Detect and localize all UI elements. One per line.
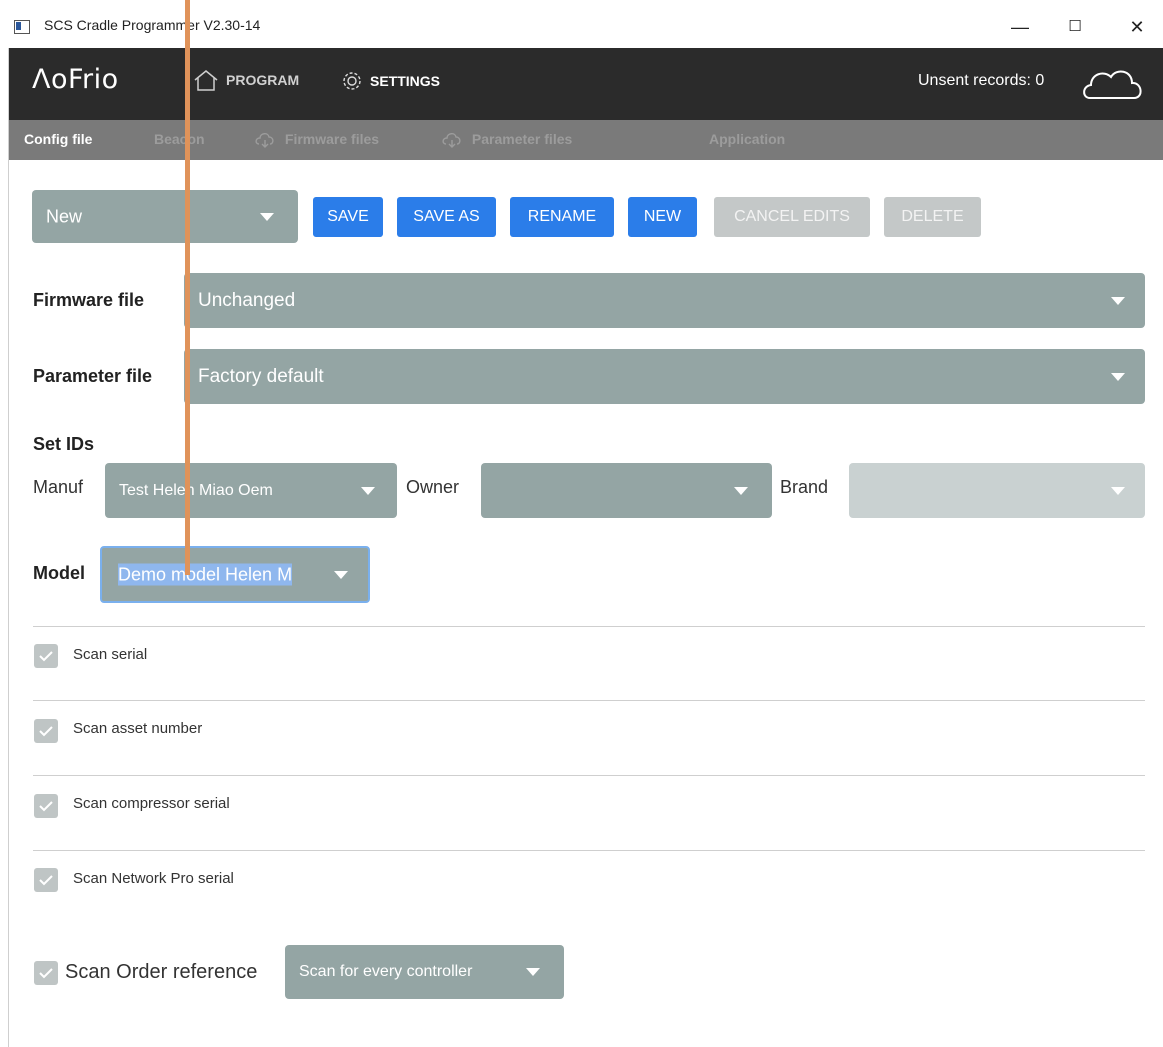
scan-order-value: Scan for every controller — [299, 963, 473, 980]
divider — [33, 850, 1145, 851]
config-file-select[interactable]: New — [32, 190, 298, 243]
owner-label: Owner — [406, 477, 460, 497]
firmware-file-value: Unchanged — [198, 289, 296, 311]
cloud-icon[interactable] — [1080, 66, 1146, 107]
owner-select[interactable] — [481, 463, 772, 518]
scan-order-checkbox[interactable] — [34, 961, 58, 985]
set-ids-heading: Set IDs — [33, 434, 95, 454]
nav-program-label: PROGRAM — [226, 72, 300, 89]
chevron-down-icon — [1111, 486, 1125, 495]
chevron-down-icon — [361, 486, 375, 495]
rename-button[interactable]: RENAME — [510, 197, 614, 237]
manuf-select[interactable]: Test Helen Miao Oem — [105, 463, 397, 518]
cloud-download-icon — [442, 131, 472, 149]
app-icon — [14, 20, 30, 34]
parameter-file-select[interactable]: Factory default — [184, 349, 1145, 404]
chevron-down-icon — [526, 968, 540, 976]
scan-asset-checkbox[interactable] — [34, 719, 58, 743]
model-value-wrap: Demo model Helen M — [118, 563, 293, 585]
maximize-button[interactable]: ☐ — [1052, 12, 1098, 42]
save-button[interactable]: SAVE — [313, 197, 383, 237]
chevron-down-icon — [334, 570, 348, 579]
unsent-records: Unsent records: 0 — [918, 72, 1045, 89]
close-button[interactable]: ✕ — [1114, 12, 1160, 42]
brand-select[interactable] — [849, 463, 1145, 518]
cloud-download-icon — [255, 131, 285, 149]
model-value: Demo model Helen M — [118, 563, 293, 585]
divider — [33, 700, 1145, 701]
chevron-down-icon — [260, 212, 274, 221]
firmware-file-select[interactable]: Unchanged — [184, 273, 1145, 328]
scan-compressor-label: Scan compressor serial — [73, 795, 230, 812]
tab-firmware-files[interactable]: Firmware files — [255, 131, 380, 149]
scan-network-pro-checkbox[interactable] — [34, 868, 58, 892]
gear-icon — [340, 69, 364, 96]
tab-application[interactable]: Application — [709, 131, 785, 147]
nav-settings[interactable]: SETTINGS — [340, 69, 440, 96]
manuf-value: Test Helen Miao Oem — [119, 481, 273, 499]
new-button[interactable]: NEW — [628, 197, 697, 237]
save-as-button[interactable]: SAVE AS — [397, 197, 496, 237]
tab-beacon[interactable]: Beacon — [154, 131, 205, 147]
scan-order-label: Scan Order reference — [65, 961, 258, 983]
check-icon — [39, 875, 53, 886]
check-icon — [39, 801, 53, 812]
window-title: SCS Cradle Programmer V2.30-14 — [44, 17, 261, 33]
scan-serial-checkbox[interactable] — [34, 644, 58, 668]
scan-network-pro-label: Scan Network Pro serial — [73, 870, 234, 887]
scan-order-select[interactable]: Scan for every controller — [285, 945, 564, 999]
chevron-down-icon — [734, 486, 748, 495]
scan-serial-label: Scan serial — [73, 646, 148, 663]
window-border — [8, 48, 9, 1047]
model-select[interactable]: Demo model Helen M — [100, 546, 370, 603]
divider — [33, 626, 1145, 627]
check-icon — [39, 726, 53, 737]
firmware-file-label: Firmware file — [33, 290, 145, 310]
chevron-down-icon — [1111, 372, 1125, 381]
nav-program[interactable]: PROGRAM — [192, 69, 299, 94]
minimize-button[interactable]: — — [997, 12, 1043, 42]
parameter-file-value: Factory default — [198, 365, 324, 387]
manuf-label: Manuf — [33, 477, 84, 497]
brand-logo: ΛoFrio — [32, 64, 119, 95]
annotation-line — [185, 0, 190, 575]
tab-parameter-label: Parameter files — [471, 131, 573, 147]
check-icon — [39, 968, 53, 979]
divider — [33, 775, 1145, 776]
check-icon — [39, 651, 53, 662]
nav-settings-label: SETTINGS — [370, 73, 441, 90]
tab-firmware-label: Firmware files — [284, 131, 380, 147]
config-file-value: New — [46, 206, 83, 226]
tab-parameter-files[interactable]: Parameter files — [442, 131, 573, 149]
brand-label: Brand — [780, 477, 829, 497]
parameter-file-label: Parameter file — [33, 366, 153, 386]
model-label: Model — [33, 563, 85, 583]
cancel-edits-button[interactable]: CANCEL EDITS — [714, 197, 870, 237]
tab-config-file[interactable]: Config file — [24, 131, 92, 147]
scan-compressor-checkbox[interactable] — [34, 794, 58, 818]
delete-button[interactable]: DELETE — [884, 197, 981, 237]
scan-asset-label: Scan asset number — [73, 720, 203, 737]
chevron-down-icon — [1111, 296, 1125, 305]
home-icon — [192, 69, 220, 94]
